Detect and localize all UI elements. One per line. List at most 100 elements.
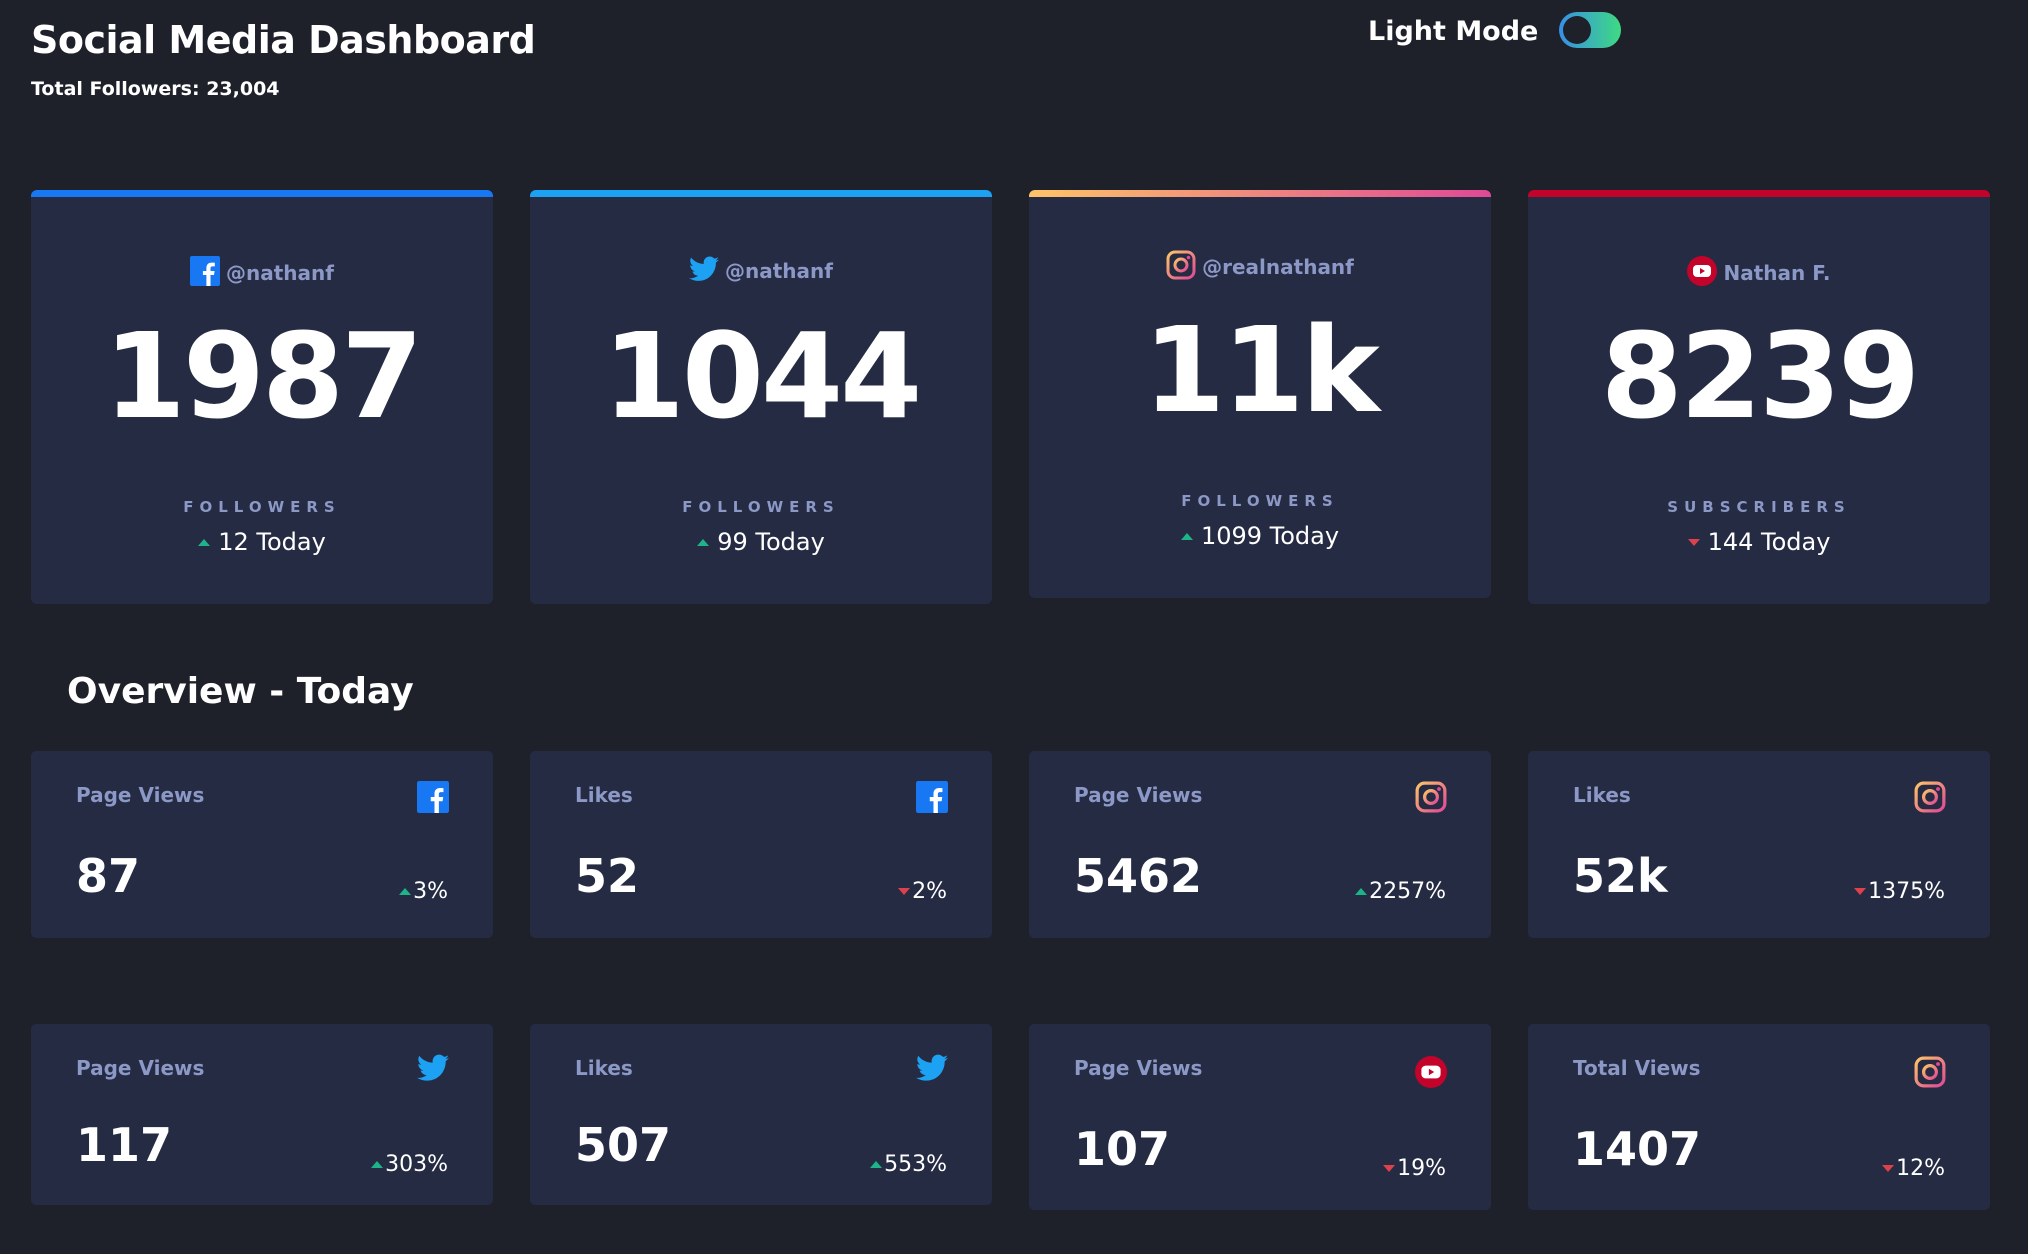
overview-card[interactable]: Likes 52 2% bbox=[530, 751, 992, 938]
metric-change: 2257% bbox=[1355, 879, 1446, 904]
follower-count: 8239 bbox=[1600, 307, 1920, 445]
metric-percent: 2257% bbox=[1369, 879, 1446, 904]
arrow-down-icon bbox=[1687, 538, 1700, 546]
overview-card[interactable]: Page Views 5462 2257% bbox=[1029, 751, 1491, 938]
count-unit: SUBSCRIBERS bbox=[1667, 498, 1851, 516]
total-followers: Total Followers: 23,004 bbox=[31, 78, 280, 100]
mode-label: Light Mode bbox=[1368, 16, 1539, 47]
metric-value: 107 bbox=[1074, 1122, 1171, 1176]
instagram-icon bbox=[1914, 1056, 1946, 1088]
today-value: 12 Today bbox=[218, 528, 326, 556]
toggle-knob bbox=[1563, 16, 1591, 44]
today-value: 99 Today bbox=[717, 528, 825, 556]
metric-value: 52 bbox=[575, 849, 640, 903]
today-value: 1099 Today bbox=[1200, 522, 1340, 550]
follower-card-facebook[interactable]: @nathanf 1987 FOLLOWERS 12 Today bbox=[31, 190, 493, 604]
metric-label: Page Views bbox=[76, 783, 205, 807]
metric-label: Total Views bbox=[1573, 1056, 1701, 1080]
arrow-down-icon bbox=[898, 888, 911, 895]
metric-value: 507 bbox=[575, 1118, 672, 1172]
metric-percent: 1375% bbox=[1868, 879, 1945, 904]
arrow-down-icon bbox=[1854, 888, 1867, 895]
youtube-icon bbox=[1687, 256, 1718, 290]
overview-card[interactable]: Likes 52k 1375% bbox=[1528, 751, 1990, 938]
dashboard-page: Social Media Dashboard Total Followers: … bbox=[0, 0, 2028, 1254]
facebook-icon bbox=[190, 256, 221, 290]
follower-count: 11k bbox=[1143, 301, 1380, 439]
metric-label: Likes bbox=[575, 783, 633, 807]
arrow-up-icon bbox=[198, 538, 211, 546]
metric-change: 553% bbox=[870, 1152, 947, 1177]
card-accent-bar bbox=[31, 190, 493, 197]
metric-label: Likes bbox=[575, 1056, 633, 1080]
overview-title: Overview - Today bbox=[67, 671, 414, 712]
metric-change: 19% bbox=[1383, 1156, 1446, 1181]
count-unit: FOLLOWERS bbox=[682, 498, 840, 516]
today-change: 12 Today bbox=[31, 528, 493, 556]
today-change: 99 Today bbox=[530, 528, 992, 556]
handle-row: @nathanf bbox=[530, 256, 992, 286]
metric-value: 117 bbox=[76, 1118, 173, 1172]
metric-percent: 12% bbox=[1896, 1156, 1945, 1181]
arrow-up-icon bbox=[1180, 532, 1193, 540]
metric-percent: 3% bbox=[413, 879, 448, 904]
metric-value: 5462 bbox=[1074, 849, 1203, 903]
count-unit: FOLLOWERS bbox=[183, 498, 341, 516]
instagram-icon bbox=[1166, 250, 1196, 284]
twitter-icon bbox=[916, 1054, 948, 1086]
follower-card-twitter[interactable]: @nathanf 1044 FOLLOWERS 99 Today bbox=[530, 190, 992, 604]
handle-row: @nathanf bbox=[31, 256, 493, 290]
follower-count: 1987 bbox=[103, 307, 423, 445]
instagram-icon bbox=[1914, 781, 1946, 813]
metric-value: 52k bbox=[1573, 849, 1668, 903]
overview-card[interactable]: Total Views 1407 12% bbox=[1528, 1024, 1990, 1210]
metric-label: Page Views bbox=[1074, 1056, 1203, 1080]
arrow-down-icon bbox=[1383, 1165, 1396, 1172]
card-accent-bar bbox=[1029, 190, 1491, 197]
metric-percent: 553% bbox=[884, 1152, 947, 1177]
metric-percent: 2% bbox=[912, 879, 947, 904]
metric-label: Page Views bbox=[76, 1056, 205, 1080]
facebook-icon bbox=[417, 781, 449, 813]
twitter-icon bbox=[417, 1054, 449, 1086]
metric-value: 87 bbox=[76, 849, 141, 903]
card-accent-bar bbox=[1528, 190, 1990, 197]
handle-row: @realnathanf bbox=[1029, 250, 1491, 284]
metric-change: 12% bbox=[1882, 1156, 1945, 1181]
metric-label: Page Views bbox=[1074, 783, 1203, 807]
follower-card-youtube[interactable]: Nathan F. 8239 SUBSCRIBERS 144 Today bbox=[1528, 190, 1990, 604]
card-accent-bar bbox=[530, 190, 992, 197]
overview-card[interactable]: Page Views 107 19% bbox=[1029, 1024, 1491, 1210]
follower-card-instagram[interactable]: @realnathanf 11k FOLLOWERS 1099 Today bbox=[1029, 190, 1491, 598]
arrow-up-icon bbox=[399, 888, 412, 895]
youtube-icon bbox=[1415, 1056, 1447, 1088]
today-value: 144 Today bbox=[1707, 528, 1831, 556]
today-change: 1099 Today bbox=[1029, 522, 1491, 550]
arrow-up-icon bbox=[1355, 888, 1368, 895]
metric-percent: 303% bbox=[385, 1152, 448, 1177]
account-handle: @nathanf bbox=[226, 261, 334, 285]
arrow-up-icon bbox=[371, 1161, 384, 1168]
follower-count: 1044 bbox=[602, 307, 922, 445]
metric-value: 1407 bbox=[1573, 1122, 1702, 1176]
twitter-icon bbox=[689, 256, 720, 286]
overview-card[interactable]: Likes 507 553% bbox=[530, 1024, 992, 1205]
metric-change: 1375% bbox=[1854, 879, 1945, 904]
metric-change: 2% bbox=[898, 879, 947, 904]
page-title: Social Media Dashboard bbox=[31, 18, 536, 62]
theme-toggle[interactable] bbox=[1559, 12, 1621, 48]
arrow-up-icon bbox=[870, 1161, 883, 1168]
overview-card[interactable]: Page Views 87 3% bbox=[31, 751, 493, 938]
today-change: 144 Today bbox=[1528, 528, 1990, 556]
metric-percent: 19% bbox=[1397, 1156, 1446, 1181]
overview-card[interactable]: Page Views 117 303% bbox=[31, 1024, 493, 1205]
metric-change: 3% bbox=[399, 879, 448, 904]
facebook-icon bbox=[916, 781, 948, 813]
account-handle: Nathan F. bbox=[1723, 261, 1831, 285]
account-handle: @realnathanf bbox=[1202, 255, 1354, 279]
metric-label: Likes bbox=[1573, 783, 1631, 807]
account-handle: @nathanf bbox=[725, 259, 833, 283]
instagram-icon bbox=[1415, 781, 1447, 813]
arrow-down-icon bbox=[1882, 1165, 1895, 1172]
metric-change: 303% bbox=[371, 1152, 448, 1177]
